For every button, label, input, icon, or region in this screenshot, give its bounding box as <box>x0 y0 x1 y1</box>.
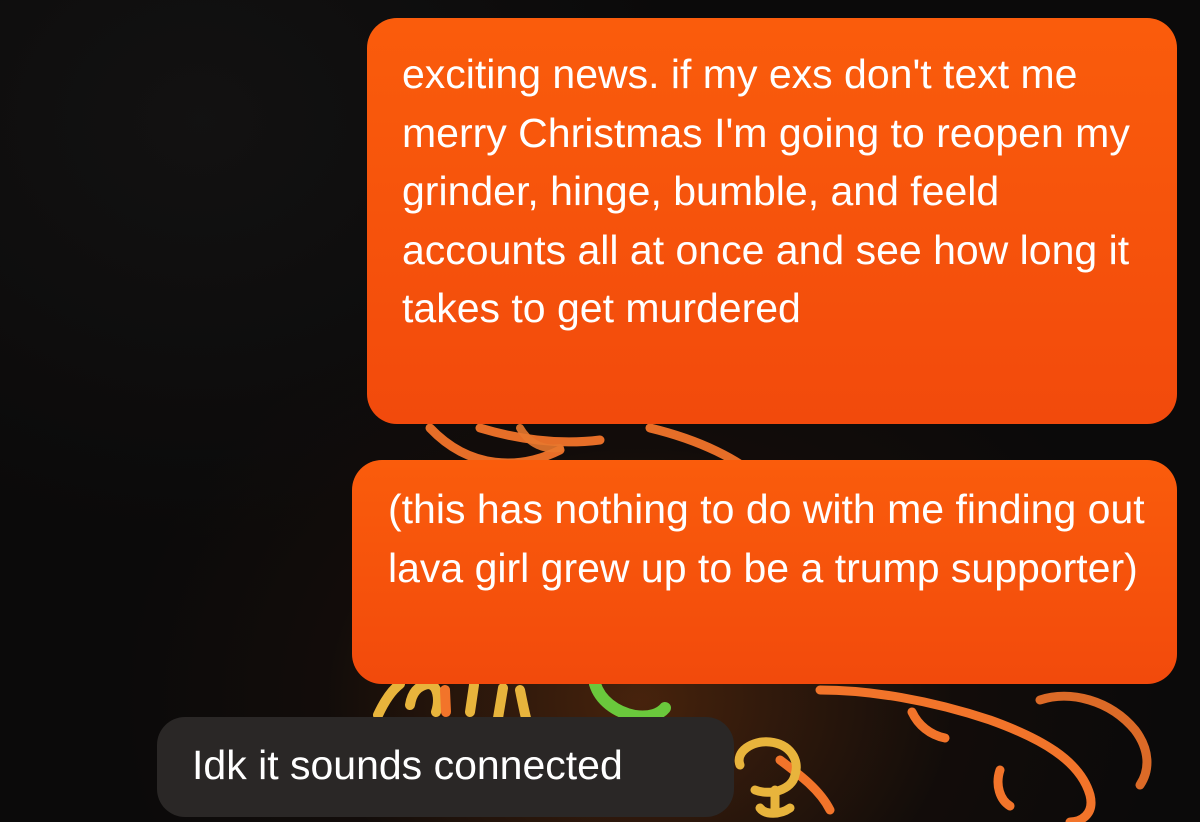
message-text: exciting news. if my exs don't text me m… <box>402 51 1142 331</box>
message-bubble-outgoing[interactable]: exciting news. if my exs don't text me m… <box>367 18 1177 424</box>
wallpaper-arc-right <box>1035 691 1152 790</box>
chat-screen: exciting news. if my exs don't text me m… <box>0 0 1200 822</box>
message-text: Idk it sounds connected <box>192 742 623 788</box>
message-bubble-outgoing[interactable]: (this has nothing to do with me finding … <box>352 460 1177 684</box>
wallpaper-mushroom <box>734 737 801 818</box>
wallpaper-leaf <box>589 678 671 723</box>
wallpaper-chicken-leg <box>775 685 1096 822</box>
wallpaper-fries-2 <box>440 685 451 717</box>
message-bubble-incoming[interactable]: Idk it sounds connected <box>157 717 734 817</box>
message-text: (this has nothing to do with me finding … <box>388 486 1157 591</box>
wallpaper-fries <box>373 679 531 723</box>
